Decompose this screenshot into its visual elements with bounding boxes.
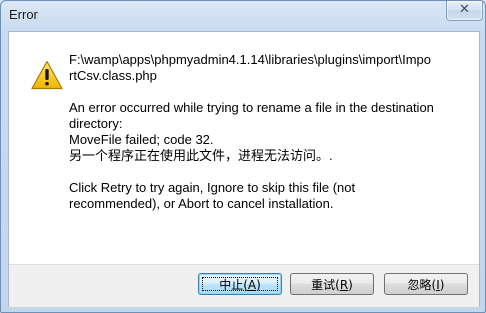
- instructions-line-2: recommended), or Abort to cancel install…: [69, 196, 334, 211]
- button-bar: 中止(A) 重试(R) 忽略(I): [9, 264, 479, 307]
- error-message: F:\wamp\apps\phpmyadmin4.1.14\libraries\…: [69, 52, 464, 228]
- file-path-text: F:\wamp\apps\phpmyadmin4.1.14\libraries\…: [69, 52, 464, 84]
- instructions-text: Click Retry to try again, Ignore to skip…: [69, 180, 464, 212]
- ignore-button-label: 忽略(I): [408, 278, 445, 292]
- retry-button[interactable]: 重试(R): [290, 273, 374, 295]
- retry-label-prefix: 重试(: [311, 278, 340, 292]
- ignore-label-suffix: ): [439, 278, 445, 292]
- abort-label-suffix: ): [256, 278, 261, 292]
- ignore-button[interactable]: 忽略(I): [384, 273, 468, 295]
- abort-label-prefix: 中止(: [219, 278, 248, 292]
- close-icon: ✕: [459, 2, 470, 17]
- window-title: Error: [9, 7, 38, 22]
- message-area: F:\wamp\apps\phpmyadmin4.1.14\libraries\…: [9, 32, 479, 264]
- instructions-line-1: Click Retry to try again, Ignore to skip…: [69, 180, 356, 195]
- file-path-line-2: rtCsv.class.php: [69, 68, 157, 83]
- title-bar[interactable]: Error ✕: [1, 1, 485, 31]
- error-line-1: An error occurred while trying to rename…: [69, 100, 434, 115]
- error-description: An error occurred while trying to rename…: [69, 100, 464, 164]
- retry-accesskey: R: [339, 278, 349, 292]
- ignore-label-prefix: 忽略(: [407, 278, 437, 292]
- error-line-3: MoveFile failed; code 32.: [69, 132, 214, 147]
- dialog-client-area: F:\wamp\apps\phpmyadmin4.1.14\libraries\…: [8, 31, 480, 307]
- warning-icon: [31, 60, 63, 90]
- close-button[interactable]: ✕: [446, 1, 483, 21]
- abort-accesskey: A: [247, 278, 257, 292]
- file-path-line-1: F:\wamp\apps\phpmyadmin4.1.14\libraries\…: [69, 52, 432, 67]
- retry-button-label: 重试(R): [311, 278, 353, 292]
- error-line-4: 另一个程序正在使用此文件，进程无法访问。.: [69, 148, 333, 163]
- abort-button-label: 中止(A): [219, 278, 261, 292]
- error-line-2: directory:: [69, 116, 123, 131]
- abort-button[interactable]: 中止(A): [198, 273, 282, 295]
- retry-label-suffix: ): [348, 278, 353, 292]
- error-dialog: Error ✕ F:\wamp\apps\phpmyadmin4.1.14\li…: [0, 0, 486, 313]
